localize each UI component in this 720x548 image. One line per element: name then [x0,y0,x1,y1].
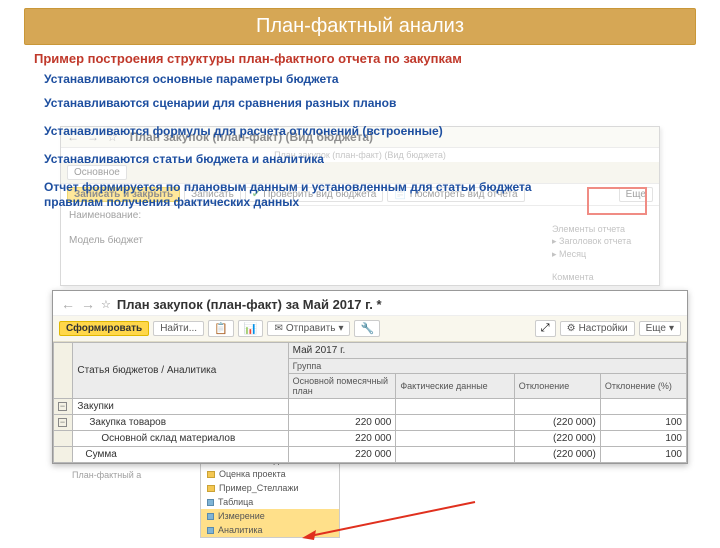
step-1: Устанавливаются основные параметры бюдже… [44,72,720,86]
settings-button[interactable]: ⚙ Настройки [560,321,635,336]
node-icon [207,499,214,506]
node-icon [207,513,214,520]
report-table: Статья бюджетов / Аналитика Май 2017 г. … [53,342,687,463]
subtitle: Пример построения структуры план-фактног… [34,51,720,66]
elements-panel: Элементы отчета ▸ Заголовок отчета ▸ Мес… [550,223,690,283]
folder-icon [207,471,215,478]
tree-item[interactable]: Измерение [201,509,339,523]
tool-icon-1[interactable]: 📋 [208,320,234,337]
nav-fwd-icon[interactable]: → [81,296,95,312]
report-window: ← → ☆ План закупок (план-факт) за Май 20… [52,290,688,464]
send-button[interactable]: ✉ Отправить ▾ [267,321,350,336]
tab-main[interactable]: Основное [67,165,127,180]
col-period: Май 2017 г. [288,343,686,359]
node-icon [207,527,214,534]
tree-item[interactable]: Таблица [201,495,339,509]
folder-icon [207,485,215,492]
find-button[interactable]: Найти... [153,321,204,336]
tree-item[interactable]: Оценка проекта [201,467,339,481]
tool-icon-3[interactable]: 🔧 [354,320,380,337]
tool-icon-2[interactable]: 📊 [238,320,264,337]
form-button[interactable]: Сформировать [59,321,149,336]
highlight-marker [587,187,647,215]
step-2: Устанавливаются сценарии для сравнения р… [44,96,720,110]
star-icon[interactable]: ☆ [101,298,111,311]
table-row[interactable]: Основной склад материалов 220 000 (220 0… [54,431,687,447]
mail-icon: ✉ [274,323,282,334]
report-title: План закупок (план-факт) за Май 2017 г. … [117,297,382,312]
collapse-icon[interactable]: − [58,418,67,427]
gear-icon: ⚙ [567,323,576,334]
table-row[interactable]: − Закупки [54,399,687,415]
expand-icon[interactable]: ⤢ [535,320,556,337]
page-title: План-фактный анализ [24,8,696,45]
table-row[interactable]: − Закупка товаров 220 000 (220 000) 100 [54,415,687,431]
table-row[interactable]: Сумма 220 000 (220 000) 100 [54,447,687,463]
col-article: Статья бюджетов / Аналитика [73,343,288,399]
col-group: Группа [288,359,686,374]
label-name: Наименование: [69,210,651,221]
collapse-icon[interactable]: − [58,402,67,411]
more-button-2[interactable]: Еще ▾ [639,321,681,336]
col-dev: Отклонение [514,374,600,399]
col-dev-pct: Отклонение (%) [600,374,686,399]
nav-back-icon[interactable]: ← [61,296,75,312]
col-plan: Основной помесячный план [288,374,396,399]
tree-item-selected[interactable]: Аналитика [201,523,339,537]
tree-item[interactable]: Пример_Стеллажи [201,481,339,495]
col-fact: Фактические данные [396,374,514,399]
step-3: Устанавливаются формулы для расчета откл… [44,124,720,138]
step-4: Устанавливаются статьи бюджета и аналити… [44,152,720,166]
step-5: Отчет формируется по плановым данным и у… [44,180,584,210]
